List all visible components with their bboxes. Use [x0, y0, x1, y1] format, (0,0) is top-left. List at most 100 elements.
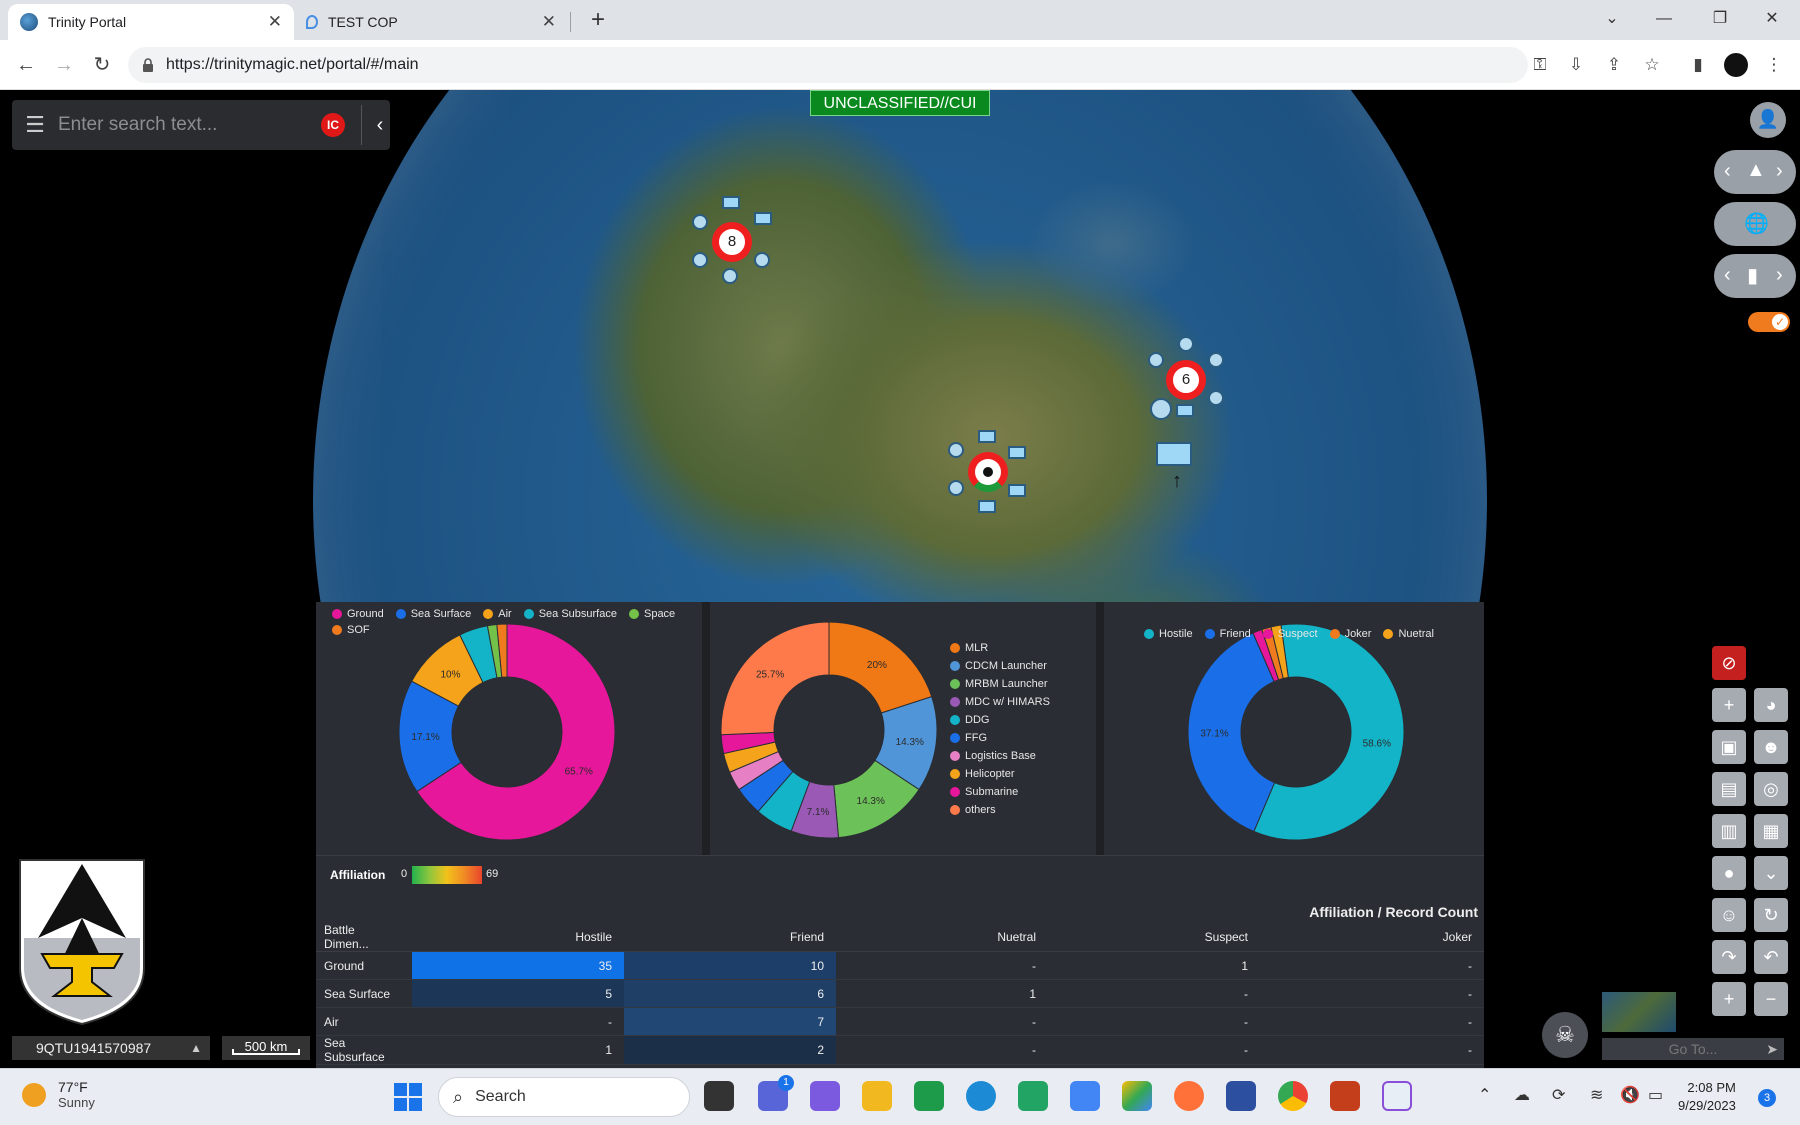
column-header[interactable]: Friend	[624, 923, 836, 952]
side-panel-icon[interactable]: ▮	[1686, 53, 1710, 77]
unit-marker[interactable]	[1150, 398, 1172, 420]
forward-button[interactable]: →	[50, 51, 78, 79]
legend-item[interactable]: Helicopter	[950, 768, 1090, 780]
tab-trinity-portal[interactable]: Trinity Portal ✕	[8, 4, 294, 40]
tilt-left-icon[interactable]: ‹	[1724, 264, 1731, 287]
edge-browser-icon[interactable]	[966, 1081, 996, 1111]
unit-marker[interactable]	[1208, 352, 1224, 368]
search-input[interactable]	[58, 114, 321, 136]
unit-marker[interactable]	[722, 268, 738, 284]
legend-item[interactable]: Hostile	[1144, 628, 1193, 640]
unit-marker[interactable]	[1208, 390, 1224, 406]
no-sync-icon[interactable]: ⊘	[1712, 646, 1746, 680]
chrome-icon[interactable]	[1278, 1081, 1308, 1111]
layer-toggle-switch[interactable]: ✓	[1748, 312, 1790, 332]
table-row[interactable]: Ground 35 10 - 1 -	[316, 951, 1484, 980]
unit-marker[interactable]	[1176, 404, 1194, 417]
tilt-control[interactable]: ‹ ▮ ›	[1714, 254, 1796, 298]
wifi-icon[interactable]: ≋	[1590, 1085, 1603, 1105]
unit-marker[interactable]	[754, 212, 772, 225]
globe-view-button[interactable]: 🌐	[1714, 202, 1796, 246]
unit-marker[interactable]	[692, 252, 708, 268]
taskbar-search-box[interactable]: ⌕ Search	[438, 1077, 690, 1117]
firefox-icon[interactable]	[1174, 1081, 1204, 1111]
battery-icon[interactable]: ▭	[1648, 1085, 1663, 1105]
new-document-icon[interactable]: +	[1712, 688, 1746, 722]
docs-icon[interactable]	[1070, 1081, 1100, 1111]
powerpoint-icon[interactable]	[1330, 1081, 1360, 1111]
sync-icon[interactable]: ⟳	[1552, 1085, 1565, 1105]
tilt-right-icon[interactable]: ›	[1776, 264, 1783, 287]
column-header[interactable]: Battle Dimen...	[316, 923, 412, 952]
tab-test-cop[interactable]: TEST COP ✕	[294, 4, 568, 40]
show-hidden-icons-chevron[interactable]: ⌃	[1478, 1085, 1491, 1105]
legend-item[interactable]: FFG	[950, 732, 1090, 744]
north-arrow-icon[interactable]: ▲	[1746, 159, 1766, 182]
messages-app-icon[interactable]	[914, 1081, 944, 1111]
table-row[interactable]: Sea Subsurface 1 2 - - -	[316, 1035, 1484, 1065]
minimize-button[interactable]: —	[1644, 6, 1684, 32]
overview-minimap[interactable]	[1602, 992, 1676, 1032]
volume-muted-icon[interactable]: 🔇	[1620, 1085, 1640, 1105]
world-icon[interactable]: ●	[1712, 856, 1746, 890]
column-header[interactable]: Joker	[1260, 923, 1484, 952]
legend-item[interactable]: MDC w/ HIMARS	[950, 696, 1090, 708]
unit-marker[interactable]	[722, 196, 740, 209]
system-clock[interactable]: 2:08 PM 9/29/2023	[1678, 1079, 1736, 1115]
app-icon[interactable]	[1226, 1081, 1256, 1111]
legend-item[interactable]: Air	[483, 608, 512, 620]
refresh-icon[interactable]: ↻	[1754, 898, 1788, 932]
legend-item[interactable]: Nuetral	[1383, 628, 1434, 640]
legend-item[interactable]: Joker	[1329, 628, 1371, 640]
legend-item[interactable]: Logistics Base	[950, 750, 1090, 762]
legend-item[interactable]: Ground	[332, 608, 384, 620]
reload-button[interactable]: ↻	[88, 51, 116, 79]
unit-marker[interactable]	[948, 442, 964, 458]
unit-marker[interactable]	[948, 480, 964, 496]
teams-chat-icon[interactable]: 1	[758, 1075, 794, 1111]
goto-input[interactable]: Go To... ➤	[1602, 1038, 1784, 1060]
hamburger-menu-icon[interactable]: ☰	[12, 112, 58, 138]
column-header[interactable]: Hostile	[412, 923, 624, 952]
unit-marker[interactable]	[1008, 484, 1026, 497]
globe-grid-icon[interactable]: ◎	[1754, 772, 1788, 806]
windows-start-icon[interactable]	[394, 1083, 422, 1111]
unit-marker[interactable]	[978, 430, 996, 443]
map-layers-icon[interactable]: ▦	[1754, 814, 1788, 848]
legend-item[interactable]: Sea Surface	[395, 608, 471, 620]
close-window-button[interactable]: ✕	[1752, 6, 1792, 32]
legend-item[interactable]: DDG	[950, 714, 1090, 726]
chat-icon[interactable]: ▤	[1712, 772, 1746, 806]
ic-badge[interactable]: IC	[321, 113, 345, 137]
profile-avatar[interactable]	[1724, 53, 1748, 77]
onedrive-cloud-icon[interactable]: ☁	[1514, 1085, 1530, 1105]
legend-item[interactable]: SOF	[332, 624, 370, 636]
close-tab-icon[interactable]: ✕	[542, 12, 556, 32]
back-button[interactable]: ←	[12, 51, 40, 79]
collapse-chevron-icon[interactable]: ‹	[370, 114, 390, 137]
legend-item[interactable]: Friend	[1204, 628, 1251, 640]
legend-item[interactable]: others	[950, 804, 1090, 816]
buildings-icon[interactable]: ▥	[1712, 814, 1746, 848]
sheets-icon[interactable]	[1018, 1081, 1048, 1111]
legend-item[interactable]: Sea Subsurface	[523, 608, 617, 620]
rotate-right-icon[interactable]: ›	[1776, 160, 1783, 183]
column-header[interactable]: Nuetral	[836, 923, 1048, 952]
table-row[interactable]: Air - 7 - - -	[316, 1007, 1484, 1036]
close-tab-icon[interactable]: ✕	[268, 12, 282, 32]
snipping-tool-icon[interactable]	[1382, 1081, 1412, 1111]
legend-item[interactable]: MRBM Launcher	[950, 678, 1090, 690]
legend-item[interactable]: Space	[628, 608, 675, 620]
cluster-marker[interactable]: 8	[712, 222, 752, 262]
zoom-out-button[interactable]: −	[1754, 982, 1788, 1016]
undo-icon[interactable]: ↶	[1754, 940, 1788, 974]
bookmark-star-icon[interactable]: ☆	[1640, 53, 1664, 77]
table-row[interactable]: Sea Surface 5 6 1 - -	[316, 979, 1484, 1008]
notification-badge[interactable]: 3	[1758, 1089, 1776, 1107]
copilot-icon[interactable]	[810, 1081, 840, 1111]
unit-marker[interactable]	[692, 214, 708, 230]
compass-rotate-control[interactable]: ‹ ▲ ›	[1714, 150, 1796, 194]
legend-item[interactable]: Suspect	[1262, 628, 1318, 640]
group-users-icon[interactable]: ☻	[1754, 730, 1788, 764]
mixed-cluster-marker[interactable]	[968, 452, 1008, 492]
